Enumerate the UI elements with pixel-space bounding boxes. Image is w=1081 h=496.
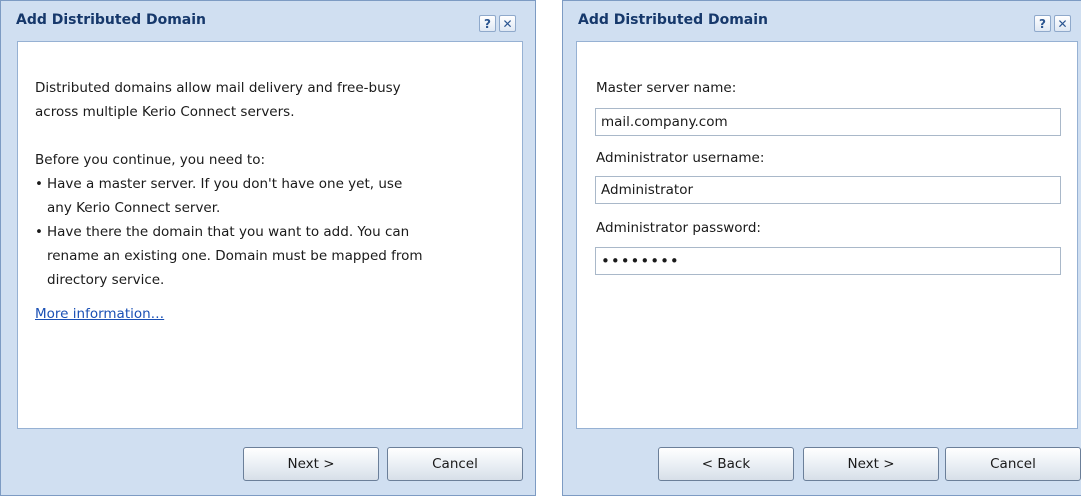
- help-icon[interactable]: ?: [1034, 15, 1051, 32]
- help-icon[interactable]: ?: [479, 15, 496, 32]
- more-information-link[interactable]: More information…: [35, 306, 164, 322]
- dialog-titlebar: Add Distributed Domain ? ✕: [1, 1, 535, 41]
- next-button[interactable]: Next >: [803, 447, 939, 481]
- close-icon[interactable]: ✕: [499, 15, 516, 32]
- intro-line: across multiple Kerio Connect servers.: [35, 104, 295, 120]
- bullet: •: [35, 176, 43, 192]
- list-item: • Have a master server. If you don't hav…: [35, 172, 505, 220]
- dialog-titlebar: Add Distributed Domain ? ✕: [563, 1, 1081, 41]
- admin-username-label: Administrator username:: [596, 150, 765, 166]
- intro-line: Distributed domains allow mail delivery …: [35, 80, 401, 96]
- list-item-line: any Kerio Connect server.: [47, 200, 221, 216]
- next-button[interactable]: Next >: [243, 447, 379, 481]
- bullet: •: [35, 224, 43, 240]
- add-distributed-domain-dialog-credentials: Add Distributed Domain ? ✕ Master server…: [562, 0, 1081, 496]
- list-item-line: Have a master server. If you don't have …: [47, 176, 403, 192]
- dialog-title: Add Distributed Domain: [16, 12, 207, 28]
- cancel-button[interactable]: Cancel: [387, 447, 523, 481]
- intro-text: Distributed domains allow mail delivery …: [35, 76, 505, 326]
- back-button[interactable]: < Back: [658, 447, 794, 481]
- content-panel: Distributed domains allow mail delivery …: [17, 41, 523, 429]
- add-distributed-domain-dialog-intro: Add Distributed Domain ? ✕ Distributed d…: [0, 0, 536, 496]
- list-item-line: Have there the domain that you want to a…: [47, 224, 410, 240]
- admin-username-input[interactable]: [595, 176, 1061, 204]
- admin-password-input[interactable]: [595, 247, 1061, 275]
- content-panel: Master server name: Administrator userna…: [576, 41, 1078, 429]
- master-server-input[interactable]: [595, 108, 1061, 136]
- master-server-label: Master server name:: [596, 80, 737, 96]
- cancel-button[interactable]: Cancel: [945, 447, 1081, 481]
- dialog-title: Add Distributed Domain: [578, 12, 769, 28]
- admin-password-label: Administrator password:: [596, 220, 761, 236]
- list-item-line: directory service.: [47, 272, 165, 288]
- list-item: • Have there the domain that you want to…: [35, 220, 505, 292]
- before-continue-text: Before you continue, you need to:: [35, 152, 266, 168]
- list-item-line: rename an existing one. Domain must be m…: [47, 248, 423, 264]
- requirements-list: • Have a master server. If you don't hav…: [35, 172, 505, 292]
- close-icon[interactable]: ✕: [1054, 15, 1071, 32]
